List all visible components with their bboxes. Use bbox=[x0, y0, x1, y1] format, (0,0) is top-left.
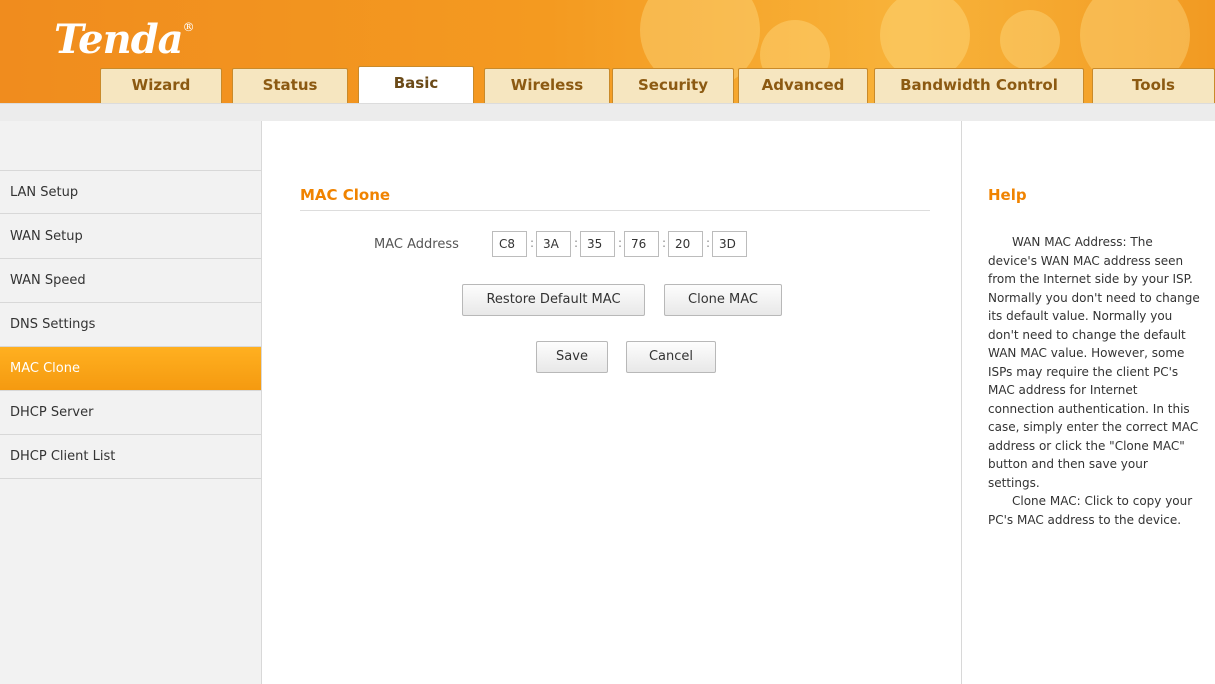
logo-text: Tenda bbox=[54, 16, 184, 63]
mac-octet-4[interactable] bbox=[624, 231, 659, 257]
mac-octet-6[interactable] bbox=[712, 231, 747, 257]
sidebar: LAN Setup WAN Setup WAN Speed DNS Settin… bbox=[0, 121, 262, 684]
restore-default-mac-button[interactable]: Restore Default MAC bbox=[462, 284, 645, 316]
tab-advanced[interactable]: Advanced bbox=[738, 68, 868, 103]
clone-mac-button[interactable]: Clone MAC bbox=[664, 284, 782, 316]
tab-wireless[interactable]: Wireless bbox=[484, 68, 610, 103]
mac-octet-5[interactable] bbox=[668, 231, 703, 257]
save-button[interactable]: Save bbox=[536, 341, 608, 373]
tab-wizard[interactable]: Wizard bbox=[100, 68, 222, 103]
mac-separator: : bbox=[618, 236, 623, 250]
mac-octet-2[interactable] bbox=[536, 231, 571, 257]
logo-registered-mark: ® bbox=[182, 20, 195, 34]
tab-basic[interactable]: Basic bbox=[358, 66, 474, 103]
mac-separator: : bbox=[530, 236, 535, 250]
decorative-bubble bbox=[1000, 10, 1060, 70]
sidebar-item-dns-settings[interactable]: DNS Settings bbox=[0, 303, 261, 347]
header-banner: Tenda® Wizard Status Basic Wireless Secu… bbox=[0, 0, 1215, 103]
mac-address-label: MAC Address bbox=[374, 237, 459, 252]
sidebar-item-dhcp-server[interactable]: DHCP Server bbox=[0, 391, 261, 435]
help-panel: Help WAN MAC Address: The device's WAN M… bbox=[963, 121, 1215, 684]
header-divider-band bbox=[0, 103, 1215, 121]
mac-octet-3[interactable] bbox=[580, 231, 615, 257]
main-content: MAC Clone MAC Address : : : : : Restore … bbox=[262, 121, 962, 684]
help-title: Help bbox=[988, 186, 1027, 204]
mac-octet-1[interactable] bbox=[492, 231, 527, 257]
tab-security[interactable]: Security bbox=[612, 68, 734, 103]
tab-status[interactable]: Status bbox=[232, 68, 348, 103]
mac-separator: : bbox=[574, 236, 579, 250]
sidebar-item-wan-speed[interactable]: WAN Speed bbox=[0, 259, 261, 303]
main-nav: Wizard Status Basic Wireless Security Ad… bbox=[0, 66, 1215, 103]
tenda-logo: Tenda® bbox=[54, 16, 195, 63]
tab-bandwidth-control[interactable]: Bandwidth Control bbox=[874, 68, 1084, 103]
sidebar-item-wan-setup[interactable]: WAN Setup bbox=[0, 215, 261, 259]
help-text: WAN MAC Address: The device's WAN MAC ad… bbox=[988, 233, 1203, 529]
mac-separator: : bbox=[662, 236, 667, 250]
sidebar-item-mac-clone[interactable]: MAC Clone bbox=[0, 347, 261, 391]
page-title: MAC Clone bbox=[300, 186, 391, 204]
help-paragraph-clone-mac: Clone MAC: Click to copy your PC's MAC a… bbox=[988, 494, 1193, 527]
title-divider bbox=[300, 210, 930, 211]
sidebar-item-dhcp-client-list[interactable]: DHCP Client List bbox=[0, 435, 261, 479]
help-paragraph-wan-mac: WAN MAC Address: The device's WAN MAC ad… bbox=[988, 235, 1200, 490]
mac-separator: : bbox=[706, 236, 711, 250]
cancel-button[interactable]: Cancel bbox=[626, 341, 716, 373]
sidebar-item-lan-setup[interactable]: LAN Setup bbox=[0, 170, 261, 214]
tab-tools[interactable]: Tools bbox=[1092, 68, 1215, 103]
